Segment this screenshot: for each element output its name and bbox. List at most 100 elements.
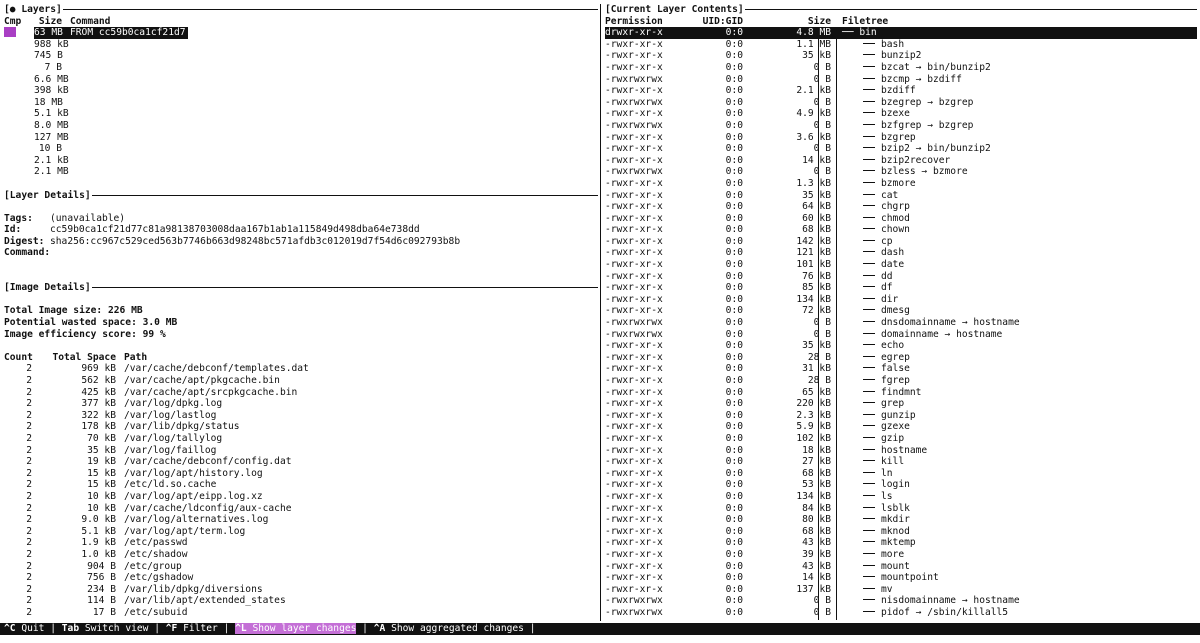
tree-row[interactable]: -rwxrwxrwx 0:0 0 Bbzfgrep → bzgrep bbox=[605, 120, 1197, 132]
layer-row[interactable]: 5.1 kB bbox=[4, 108, 598, 120]
tree-row[interactable]: -rwxr-xr-x 0:0 0 Bbzip2 → bin/bunzip2 bbox=[605, 143, 1197, 155]
layer-list[interactable]: 63 MB FROM cc59b0ca1cf21d7 988 kB 745 B7 B6… bbox=[4, 27, 598, 178]
tree-row[interactable]: -rwxr-xr-x 0:0 43 kB mount bbox=[605, 561, 1197, 573]
tree-row[interactable]: -rwxr-xr-x 0:0 60 kB chmod bbox=[605, 213, 1197, 225]
file-tree[interactable]: -rwxr-xr-x 0:0 1.1 MB bash -rwxr-xr-x 0:0 35 k… bbox=[605, 39, 1197, 619]
tree-row[interactable]: -rwxr-xr-x 0:0 72 kB dmesg bbox=[605, 305, 1197, 317]
tree-row[interactable]: -rwxr-xr-x 0:0 0 Bbzcat → bin/bunzip2 bbox=[605, 62, 1197, 74]
tree-branch-icon bbox=[863, 193, 875, 195]
tree-row[interactable]: -rwxrwxrwx 0:0 0 Bdomainname → hostname bbox=[605, 329, 1197, 341]
layer-row[interactable]: 988 kB bbox=[4, 39, 598, 51]
footer-item-show-layer-changes[interactable]: ^L Show layer changes bbox=[235, 623, 357, 634]
tree-row[interactable]: -rwxr-xr-x 0:0 84 kB lsblk bbox=[605, 503, 1197, 515]
tree-row[interactable]: -rwxr-xr-x 0:0 1.3 kB bzmore bbox=[605, 178, 1197, 190]
tree-row[interactable]: -rwxrwxrwx 0:0 0 Bpidof → /sbin/killall5 bbox=[605, 607, 1197, 619]
layer-row[interactable]: 6.6 MB bbox=[4, 74, 598, 86]
layer-row[interactable]: 18 MB bbox=[4, 97, 598, 109]
tree-row[interactable]: -rwxr-xr-x 0:0 134 kB ls bbox=[605, 491, 1197, 503]
digest-line: Digest: sha256:cc967c529ced563b7746b663d9… bbox=[4, 235, 461, 247]
layer-row[interactable]: 398 kB bbox=[4, 85, 598, 97]
tree-row[interactable]: -rwxr-xr-x 0:0 35 kB cat bbox=[605, 190, 1197, 202]
tree-row[interactable]: -rwxr-xr-x 0:0 85 kB df bbox=[605, 282, 1197, 294]
tree-row[interactable]: -rwxrwxrwx 0:0 0 Bnisdomainname → hostname bbox=[605, 595, 1197, 607]
layer-row[interactable]: 2.1 kB bbox=[4, 155, 598, 167]
tree-row[interactable]: -rwxr-xr-x 0:0 39 kB more bbox=[605, 549, 1197, 561]
file-name: bzegrep → bzgrep bbox=[881, 96, 974, 108]
tree-row[interactable]: -rwxrwxrwx 0:0 0 Bbzegrep → bzgrep bbox=[605, 97, 1197, 109]
layer-row[interactable]: 7 B bbox=[4, 62, 598, 74]
file-name: bunzip2 bbox=[881, 50, 922, 62]
path-cell: /var/log/lastlog bbox=[124, 409, 217, 421]
file-name: bzip2recover bbox=[881, 154, 951, 166]
layers-pane-title[interactable]: [● Layers] bbox=[4, 4, 598, 16]
footer-item-switch-view[interactable]: Tab Switch view bbox=[62, 623, 149, 634]
tree-row[interactable]: -rwxr-xr-x 0:0 31 kB false bbox=[605, 363, 1197, 375]
file-name: bash bbox=[881, 38, 905, 50]
permission-cell: -rwxr-xr-x bbox=[605, 340, 663, 352]
tree-row[interactable]: -rwxr-xr-x 0:0 64 kB chgrp bbox=[605, 201, 1197, 213]
tree-row[interactable]: -rwxr-xr-x 0:0 35 kB bunzip2 bbox=[605, 50, 1197, 62]
tree-row[interactable]: -rwxr-xr-x 0:0 28 Begrep bbox=[605, 352, 1197, 364]
layer-row[interactable]: 8.0 MB bbox=[4, 120, 598, 132]
uidgid-cell: 0:0 bbox=[725, 560, 743, 572]
tree-row[interactable]: -rwxr-xr-x 0:0 68 kB chown bbox=[605, 224, 1197, 236]
tree-row[interactable]: -rwxr-xr-x 0:0 53 kB login bbox=[605, 479, 1197, 491]
tree-row[interactable]: -rwxr-xr-x 0:0 35 kB echo bbox=[605, 340, 1197, 352]
tree-row[interactable]: -rwxr-xr-x 0:0 18 kB hostname bbox=[605, 445, 1197, 457]
tree-row[interactable]: -rwxr-xr-x 0:0 2.3 kB gunzip bbox=[605, 410, 1197, 422]
tree-row[interactable]: -rwxr-xr-x 0:0 101 kB date bbox=[605, 259, 1197, 271]
tree-row[interactable]: -rwxr-xr-x 0:0 28 Bfgrep bbox=[605, 375, 1197, 387]
layer-row[interactable]: 2.1 MB bbox=[4, 166, 598, 178]
uidgid-cell: 0:0 bbox=[725, 305, 743, 317]
tree-row[interactable]: -rwxr-xr-x 0:0 68 kB mknod bbox=[605, 526, 1197, 538]
tree-row[interactable]: -rwxr-xr-x 0:0 27 kB kill bbox=[605, 456, 1197, 468]
layer-row[interactable]: 745 B bbox=[4, 50, 598, 62]
size-header: Size bbox=[38, 15, 62, 27]
footer-label: Show layer changes bbox=[252, 623, 357, 634]
cmp-header: Cmp bbox=[4, 15, 22, 27]
tree-root-name: bin bbox=[859, 27, 877, 39]
tree-row[interactable]: -rwxr-xr-x 0:0 142 kB cp bbox=[605, 236, 1197, 248]
tree-row[interactable]: -rwxr-xr-x 0:0 80 kB mkdir bbox=[605, 514, 1197, 526]
layer-row[interactable]: 127 MB bbox=[4, 132, 598, 144]
tree-row[interactable]: -rwxr-xr-x 0:0 43 kB mktemp bbox=[605, 537, 1197, 549]
permission-cell: -rwxr-xr-x bbox=[605, 386, 663, 398]
tree-guide-line bbox=[818, 39, 819, 620]
layer-row-selected[interactable]: 63 MB FROM cc59b0ca1cf21d7 bbox=[4, 27, 598, 39]
uidgid-cell: 0:0 bbox=[725, 235, 743, 247]
footer-key: ^F bbox=[165, 623, 178, 634]
tree-row[interactable]: -rwxr-xr-x 0:0 1.1 MB bash bbox=[605, 39, 1197, 51]
tree-row[interactable]: -rwxr-xr-x 0:0 137 kB mv bbox=[605, 584, 1197, 596]
tree-row[interactable]: -rwxr-xr-x 0:0 68 kB ln bbox=[605, 468, 1197, 480]
footer-item-quit[interactable]: ^C Quit bbox=[4, 623, 44, 634]
uidgid-cell: 0:0 bbox=[725, 96, 743, 108]
layer-row[interactable]: 10 B bbox=[4, 143, 598, 155]
tree-row[interactable]: -rwxrwxrwx 0:0 0 Bdnsdomainname → hostname bbox=[605, 317, 1197, 329]
tree-row[interactable]: -rwxr-xr-x 0:0 5.9 kB gzexe bbox=[605, 421, 1197, 433]
table-row: 2 969 kB/var/cache/debconf/templates.dat bbox=[4, 363, 598, 375]
tree-guide-line-inner bbox=[836, 39, 837, 620]
path-cell: /var/log/tallylog bbox=[124, 432, 223, 444]
tree-row[interactable]: -rwxr-xr-x 0:0 102 kB gzip bbox=[605, 433, 1197, 445]
tree-branch-icon bbox=[863, 158, 875, 160]
tree-branch-icon bbox=[863, 123, 875, 125]
tree-row[interactable]: -rwxr-xr-x 0:0 14 kB bzip2recover bbox=[605, 155, 1197, 167]
tree-row[interactable]: -rwxr-xr-x 0:0 3.6 kB bzgrep bbox=[605, 132, 1197, 144]
tree-row[interactable]: -rwxr-xr-x 0:0 121 kB dash bbox=[605, 247, 1197, 259]
footer-item-show-aggregated-changes[interactable]: ^A Show aggregated changes bbox=[374, 623, 524, 634]
contents-pane-title[interactable]: [Current Layer Contents] bbox=[605, 4, 1197, 16]
tree-row[interactable]: -rwxr-xr-x 0:0 2.1 kB bzdiff bbox=[605, 85, 1197, 97]
tree-row[interactable]: -rwxr-xr-x 0:0 14 kB mountpoint bbox=[605, 572, 1197, 584]
tree-row[interactable]: -rwxr-xr-x 0:0 76 kB dd bbox=[605, 271, 1197, 283]
file-name: lsblk bbox=[881, 502, 910, 514]
tree-row[interactable]: -rwxr-xr-x 0:0 4.9 kB bzexe bbox=[605, 108, 1197, 120]
tree-row-selected[interactable]: drwxr-xr-x 0:0 4.8 MB ── bin bbox=[605, 27, 1197, 39]
tree-row[interactable]: -rwxr-xr-x 0:0 65 kB findmnt bbox=[605, 387, 1197, 399]
permission-cell: -rwxrwxrwx bbox=[605, 595, 663, 607]
tree-row[interactable]: -rwxr-xr-x 0:0 220 kB grep bbox=[605, 398, 1197, 410]
footer-item-filter[interactable]: ^F Filter bbox=[166, 623, 218, 634]
tree-row[interactable]: -rwxrwxrwx 0:0 0 Bbzcmp → bzdiff bbox=[605, 74, 1197, 86]
tree-row[interactable]: -rwxrwxrwx 0:0 0 Bbzless → bzmore bbox=[605, 166, 1197, 178]
tree-row[interactable]: -rwxr-xr-x 0:0 134 kB dir bbox=[605, 294, 1197, 306]
tree-name-cell: mkdir bbox=[831, 514, 910, 526]
